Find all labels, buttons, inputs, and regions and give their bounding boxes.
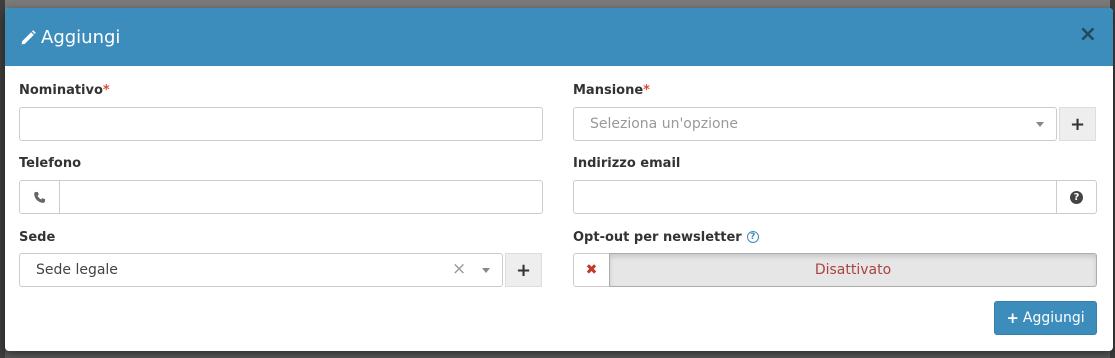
modal-title: Aggiungi (20, 27, 120, 48)
newsletter-label: Opt-out per newsletter? (573, 230, 759, 245)
nominativo-label-text: Nominativo (19, 83, 103, 98)
pencil-icon (21, 29, 36, 44)
add-submit-button[interactable]: + Aggiungi (994, 301, 1097, 335)
newsletter-toggle[interactable]: Disattivato (609, 253, 1097, 287)
newsletter-off-icon[interactable]: ✖ (573, 253, 610, 287)
email-help-addon[interactable]: ? (1056, 180, 1097, 214)
nominativo-input[interactable] (19, 107, 543, 141)
add-modal: Aggiungi × Nominativo* Mansione* Selezio… (5, 8, 1113, 351)
mansione-placeholder: Seleziona un'opzione (590, 116, 739, 132)
add-sede-button[interactable]: + (505, 253, 542, 287)
email-input[interactable] (573, 180, 1057, 214)
mansione-select[interactable]: Seleziona un'opzione (573, 107, 1057, 141)
required-mark: * (643, 83, 650, 98)
submit-label: Aggiungi (1022, 310, 1085, 326)
close-button[interactable]: × (1079, 24, 1097, 46)
required-mark: * (102, 83, 110, 98)
telefono-label: Telefono (19, 156, 82, 171)
modal-header: Aggiungi × (5, 8, 1113, 66)
email-label: Indirizzo email (573, 156, 681, 171)
clear-icon[interactable]: × (452, 261, 466, 278)
mansione-label: Mansione* (573, 83, 650, 98)
modal-title-text: Aggiungi (41, 26, 121, 48)
nominativo-label: Nominativo* (19, 83, 110, 98)
newsletter-label-text: Opt-out per newsletter (573, 230, 742, 245)
info-circle-icon[interactable]: ? (746, 230, 759, 243)
mansione-label-text: Mansione (573, 83, 644, 98)
telefono-input[interactable] (59, 180, 543, 214)
sede-selected: Sede legale (36, 262, 118, 278)
chevron-down-icon (482, 268, 490, 273)
sede-label: Sede (19, 230, 56, 245)
add-mansione-button[interactable]: + (1059, 107, 1096, 141)
sede-select[interactable]: Sede legale × (19, 253, 503, 287)
phone-icon (34, 191, 46, 203)
plus-icon: + (1006, 309, 1019, 327)
chevron-down-icon (1036, 122, 1044, 127)
phone-addon (19, 180, 60, 214)
question-circle-icon: ? (1070, 190, 1083, 204)
